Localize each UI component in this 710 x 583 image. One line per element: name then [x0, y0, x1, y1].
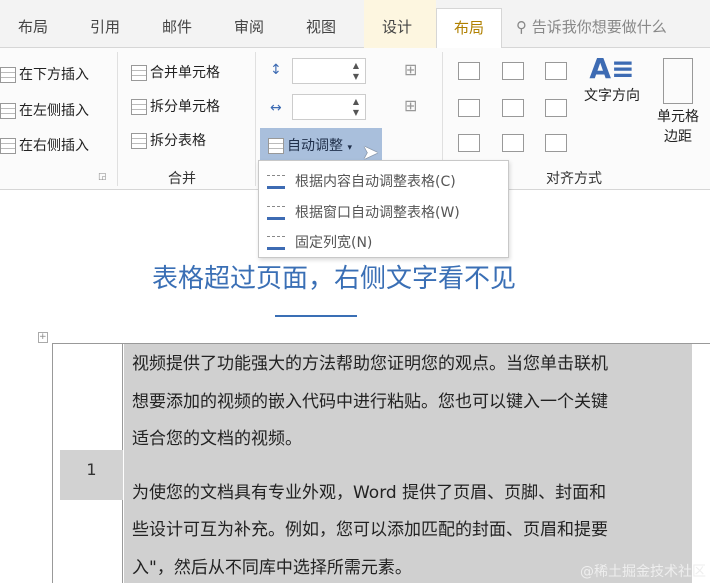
document-title: 表格超过页面，右侧文字看不见: [151, 264, 516, 294]
fixed-width-icon: [267, 236, 285, 250]
label: 边距: [664, 129, 692, 145]
label: 在左侧插入: [19, 103, 89, 119]
chevron-down-icon: ▾: [347, 143, 352, 153]
search-icon: ⚲: [516, 18, 527, 36]
tab-review[interactable]: 审阅: [234, 16, 264, 37]
text-line: 适合您的文档的视频。: [132, 429, 302, 449]
label: 文字方向: [584, 88, 640, 104]
autofit-dropdown-menu: 根据内容自动调整表格(C) 根据窗口自动调整表格(W) 固定列宽(N): [258, 160, 509, 258]
column-width-input[interactable]: ▲ ▼: [292, 94, 366, 120]
label: 自动调整: [287, 138, 343, 154]
text-line: 为使您的文档具有专业外观，Word 提供了页眉、页脚、封面和: [132, 482, 607, 503]
align-middle-right-icon[interactable]: [545, 99, 567, 117]
label: 合并单元格: [150, 65, 220, 81]
align-bottom-right-icon[interactable]: [545, 134, 567, 152]
text-line: 想要添加的视频的嵌入代码中进行粘贴。您也可以键入一个关键: [132, 391, 608, 412]
align-top-center-icon[interactable]: [502, 62, 524, 80]
insert-below-icon: [0, 67, 16, 83]
group-label-alignment: 对齐方式: [546, 171, 602, 187]
merge-cells-button[interactable]: 合并单元格: [131, 62, 220, 82]
search-tell-me[interactable]: ⚲ 告诉我你想要做什么: [516, 16, 667, 37]
merge-cells-icon: [131, 65, 147, 81]
align-middle-left-icon[interactable]: [458, 99, 480, 117]
menu-item-autofit-contents[interactable]: 根据内容自动调整表格(C): [267, 171, 456, 191]
distribute-rows-icon[interactable]: ⊞: [404, 60, 417, 79]
label: 拆分表格: [150, 133, 206, 149]
tab-view[interactable]: 视图: [306, 16, 336, 37]
label: 固定列宽(N): [295, 235, 373, 251]
divider: [255, 52, 256, 186]
split-cells-button[interactable]: 拆分单元格: [131, 96, 220, 116]
insert-right-button[interactable]: 在右侧插入: [0, 135, 89, 155]
tab-layout-page[interactable]: 布局: [18, 16, 48, 37]
search-placeholder: 告诉我你想要做什么: [531, 18, 667, 36]
align-top-right-icon[interactable]: [545, 62, 567, 80]
align-top-left-icon[interactable]: [458, 62, 480, 80]
label: 根据内容自动调整表格(C): [295, 174, 456, 190]
label: 拆分单元格: [150, 99, 220, 115]
autofit-contents-icon: [267, 175, 285, 189]
align-middle-center-icon[interactable]: [502, 99, 524, 117]
text-direction-button[interactable]: A≡ 文字方向: [580, 52, 644, 105]
row-number-cell[interactable]: 1: [60, 450, 123, 500]
split-table-icon: [131, 133, 147, 149]
menu-item-autofit-window[interactable]: 根据窗口自动调整表格(W): [267, 202, 460, 222]
align-bottom-left-icon[interactable]: [458, 134, 480, 152]
cell-margins-button[interactable]: 单元格 边距: [652, 58, 704, 146]
text-line: 视频提供了功能强大的方法帮助您证明您的观点。当您单击联机: [132, 354, 608, 374]
text-direction-icon: A≡: [589, 52, 635, 85]
split-cells-icon: [131, 99, 147, 115]
row-height-icon: ↕: [270, 62, 282, 78]
table-move-handle-icon[interactable]: +: [38, 332, 48, 343]
label: 单元格: [657, 109, 699, 125]
dialog-launcher-icon[interactable]: ◲: [98, 172, 107, 182]
insert-left-button[interactable]: 在左侧插入: [0, 100, 89, 120]
cell-margins-icon: [663, 58, 693, 104]
label: 在右侧插入: [19, 138, 89, 154]
tab-design[interactable]: 设计: [382, 16, 412, 37]
menu-item-fixed-column-width[interactable]: 固定列宽(N): [267, 232, 372, 252]
title-underline: [275, 315, 357, 317]
split-table-button[interactable]: 拆分表格: [131, 130, 206, 150]
divider: [117, 52, 118, 186]
label: 在下方插入: [19, 67, 89, 83]
row-height-input[interactable]: ▲ ▼: [292, 58, 366, 84]
group-label-merge: 合并: [168, 171, 196, 187]
distribute-columns-icon[interactable]: ⊞: [404, 96, 417, 115]
align-bottom-center-icon[interactable]: [502, 134, 524, 152]
tab-mailings[interactable]: 邮件: [162, 16, 192, 37]
tab-references[interactable]: 引用: [90, 16, 120, 37]
column-width-icon: ↔: [270, 100, 282, 116]
autofit-icon: [268, 138, 284, 154]
autofit-window-icon: [267, 206, 285, 220]
insert-below-button[interactable]: 在下方插入: [0, 64, 89, 84]
watermark: @稀土掘金技术社区: [580, 564, 706, 580]
insert-left-icon: [0, 103, 16, 119]
table-cell-selected[interactable]: 视频提供了功能强大的方法帮助您证明您的观点。当您单击联机 想要添加的视频的嵌入代…: [124, 344, 692, 583]
label: 根据窗口自动调整表格(W): [295, 205, 460, 221]
insert-right-icon: [0, 138, 16, 154]
tab-table-layout[interactable]: 布局: [436, 8, 502, 49]
text-line: 些设计可互为补充。例如，您可以添加匹配的封面、页眉和提要: [132, 520, 608, 540]
